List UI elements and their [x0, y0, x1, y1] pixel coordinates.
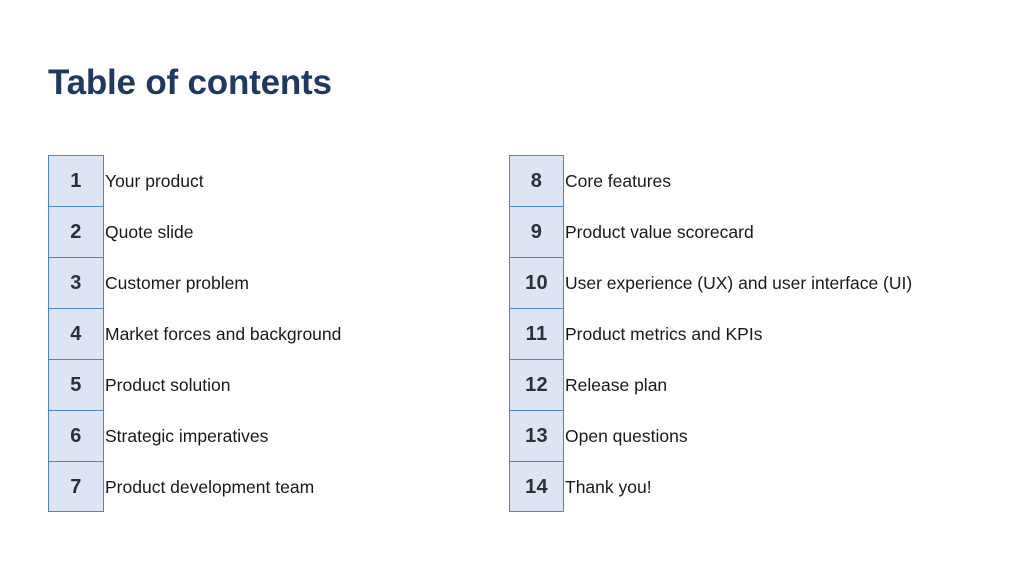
toc-entry-label: Strategic imperatives [105, 425, 269, 446]
toc-entry-label: Product metrics and KPIs [565, 323, 763, 344]
toc-entry-number: 10 [509, 257, 564, 308]
toc-entry[interactable]: 7 Product development team [48, 461, 341, 512]
toc-entry-label: Product development team [105, 476, 315, 497]
page-title: Table of contents [48, 63, 332, 102]
toc-entry-label: Release plan [565, 374, 668, 395]
toc-entry-number: 11 [509, 308, 564, 359]
toc-entry-number: 4 [48, 308, 104, 359]
toc-entry[interactable]: 2 Quote slide [48, 206, 341, 257]
toc-entry[interactable]: 11 Product metrics and KPIs [509, 308, 912, 359]
toc-entry[interactable]: 13 Open questions [509, 410, 912, 461]
toc-entry-label: Product value scorecard [565, 221, 754, 242]
toc-entry[interactable]: 14 Thank you! [509, 461, 912, 512]
toc-entry[interactable]: 1 Your product [48, 155, 341, 206]
toc-entry-number: 5 [48, 359, 104, 410]
toc-column-right: 8 Core features 9 Product value scorecard 10… [509, 155, 912, 512]
toc-entry[interactable]: 12 Release plan [509, 359, 912, 410]
toc-entry[interactable]: 10 User experience (UX) and user interfac… [509, 257, 912, 308]
toc-entry-number: 8 [509, 155, 564, 206]
toc-entry-number: 1 [48, 155, 104, 206]
toc-entry-label: Thank you! [565, 476, 652, 497]
toc-entry-label: Product solution [105, 374, 231, 395]
toc-column-left: 1 Your product 2 Quote slide 3 Customer probl… [48, 155, 341, 512]
toc-entry-number: 7 [48, 461, 104, 512]
toc-entry-number: 3 [48, 257, 104, 308]
toc-entry-label: Open questions [565, 425, 688, 446]
toc-entry-label: Your product [105, 170, 204, 191]
toc-entry-number: 6 [48, 410, 104, 461]
toc-entry[interactable]: 8 Core features [509, 155, 912, 206]
toc-list-left: 1 Your product 2 Quote slide 3 Customer probl… [48, 155, 341, 512]
toc-entry-label: Core features [565, 170, 672, 191]
toc-entry[interactable]: 4 Market forces and background [48, 308, 341, 359]
toc-entry[interactable]: 5 Product solution [48, 359, 341, 410]
toc-entry-number: 2 [48, 206, 104, 257]
toc-entry[interactable]: 6 Strategic imperatives [48, 410, 341, 461]
toc-entry[interactable]: 9 Product value scorecard [509, 206, 912, 257]
toc-entry-label: Customer problem [105, 272, 249, 293]
toc-list-right: 8 Core features 9 Product value scorecard 10… [509, 155, 912, 512]
toc-entry-number: 13 [509, 410, 564, 461]
toc-entry-label: Quote slide [105, 221, 194, 242]
toc-entry-label: User experience (UX) and user interface … [565, 272, 913, 293]
toc-entry-label: Market forces and background [105, 323, 342, 344]
toc-entry-number: 9 [509, 206, 564, 257]
toc-entry-number: 14 [509, 461, 564, 512]
slide-canvas: Table of contents 1 Your product 2 Quote sl… [0, 0, 1024, 576]
toc-entry[interactable]: 3 Customer problem [48, 257, 341, 308]
toc-entry-number: 12 [509, 359, 564, 410]
